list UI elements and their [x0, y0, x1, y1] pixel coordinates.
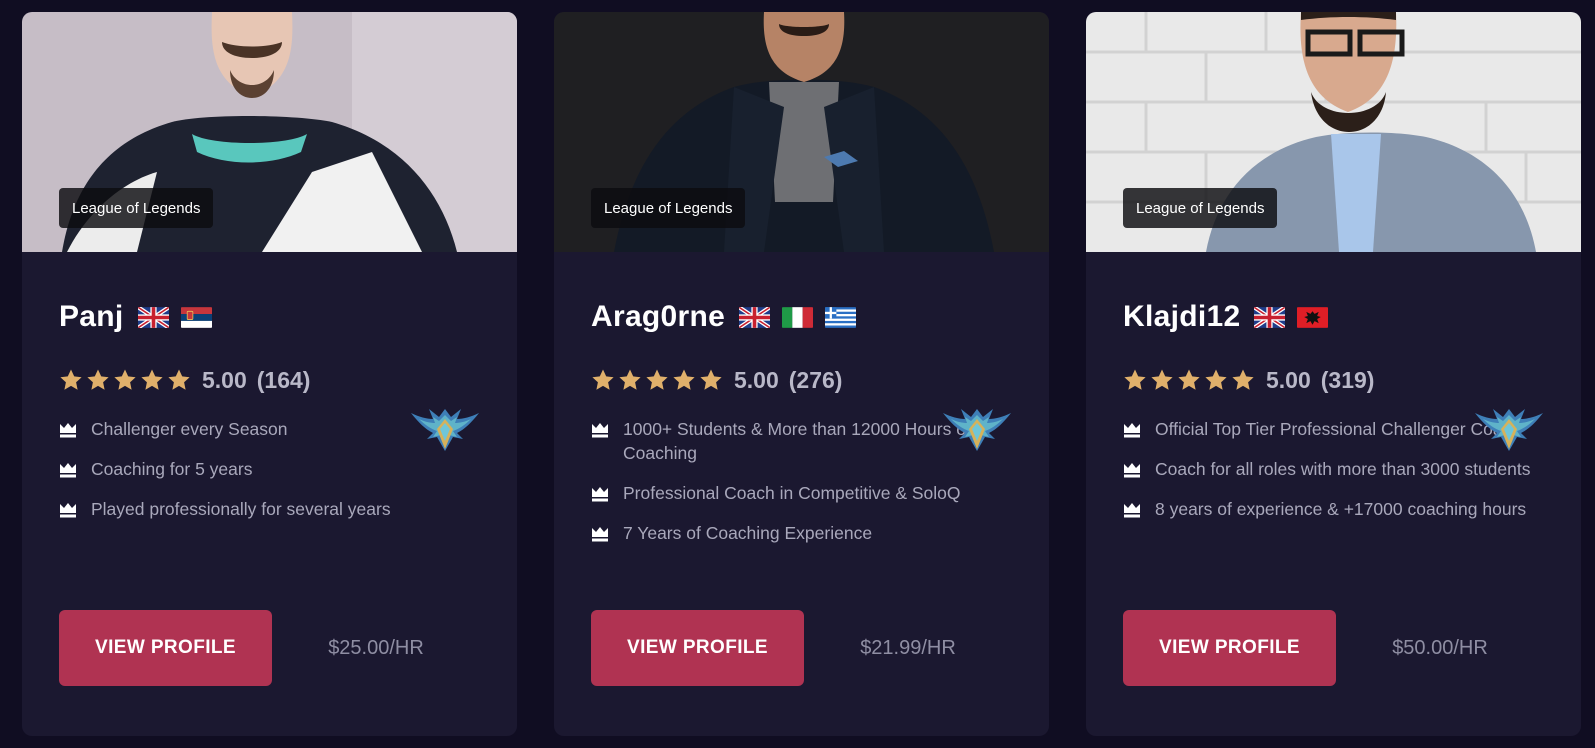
coach-card-panj: League of Legends Panj 5.00 (164) Challe…	[22, 12, 517, 736]
rating: 5.00 (164)	[59, 367, 480, 393]
star-icon	[167, 368, 191, 392]
star-icon	[113, 368, 137, 392]
crown-icon	[59, 502, 77, 518]
crown-icon	[1123, 502, 1141, 518]
feature-item: Played professionally for several years	[59, 497, 480, 521]
coach-name[interactable]: Klajdi12	[1123, 300, 1240, 334]
star-icon	[1123, 368, 1147, 392]
albania-flag-icon	[1297, 307, 1328, 328]
coach-name[interactable]: Panj	[59, 300, 124, 334]
challenger-emblem-icon	[1473, 407, 1545, 459]
star-icon	[140, 368, 164, 392]
hourly-price: $25.00/HR	[328, 636, 424, 659]
uk-flag-icon	[1254, 307, 1285, 328]
crown-icon	[1123, 462, 1141, 478]
crown-icon	[59, 422, 77, 438]
view-profile-button[interactable]: VIEW PROFILE	[59, 610, 272, 686]
feature-item: Professional Coach in Competitive & Solo…	[591, 481, 1012, 505]
rating: 5.00 (276)	[591, 367, 1012, 393]
coach-photo[interactable]: League of Legends	[22, 12, 517, 252]
star-icon	[591, 368, 615, 392]
game-badge: League of Legends	[1123, 188, 1278, 228]
review-count: (319)	[1320, 366, 1375, 393]
coach-grid: League of Legends Panj 5.00 (164) Challe…	[22, 12, 1581, 736]
hourly-price: $50.00/HR	[1392, 636, 1488, 659]
feature-item: 7 Years of Coaching Experience	[591, 521, 1012, 545]
feature-text: 7 Years of Coaching Experience	[623, 523, 873, 543]
hourly-price: $21.99/HR	[860, 636, 956, 659]
review-count: (276)	[788, 366, 843, 393]
feature-text: Coaching for 5 years	[91, 459, 253, 479]
feature-text: Professional Coach in Competitive & Solo…	[623, 483, 961, 503]
star-icon	[1231, 368, 1255, 392]
coach-photo[interactable]: League of Legends	[554, 12, 1049, 252]
feature-text: Played professionally for several years	[91, 499, 391, 519]
star-icon	[1177, 368, 1201, 392]
game-badge: League of Legends	[59, 188, 214, 228]
challenger-emblem-icon	[941, 407, 1013, 459]
star-icon	[1150, 368, 1174, 392]
feature-item: Coach for all roles with more than 3000 …	[1123, 457, 1544, 481]
feature-text: Coach for all roles with more than 3000 …	[1155, 459, 1531, 479]
serbia-flag-icon	[181, 307, 212, 328]
challenger-emblem-icon	[409, 407, 481, 459]
coach-name[interactable]: Arag0rne	[591, 300, 725, 334]
star-icon	[1204, 368, 1228, 392]
rating-score: 5.00	[734, 366, 779, 393]
star-icon	[672, 368, 696, 392]
star-rating	[591, 368, 723, 392]
star-icon	[59, 368, 83, 392]
coach-card-arag0rne: League of Legends Arag0rne 5.00 (276) 10…	[554, 12, 1049, 736]
review-count: (164)	[256, 366, 311, 393]
crown-icon	[591, 526, 609, 542]
feature-text: Challenger every Season	[91, 419, 288, 439]
rating-score: 5.00	[1266, 366, 1311, 393]
star-icon	[699, 368, 723, 392]
coach-card-klajdi12: League of Legends Klajdi12 5.00 (319) Of…	[1086, 12, 1581, 736]
star-icon	[618, 368, 642, 392]
star-icon	[86, 368, 110, 392]
crown-icon	[1123, 422, 1141, 438]
star-rating	[1123, 368, 1255, 392]
view-profile-button[interactable]: VIEW PROFILE	[591, 610, 804, 686]
star-icon	[645, 368, 669, 392]
view-profile-button[interactable]: VIEW PROFILE	[1123, 610, 1336, 686]
greece-flag-icon	[825, 307, 856, 328]
crown-icon	[591, 486, 609, 502]
rating: 5.00 (319)	[1123, 367, 1544, 393]
crown-icon	[59, 462, 77, 478]
crown-icon	[591, 422, 609, 438]
italy-flag-icon	[782, 307, 813, 328]
uk-flag-icon	[138, 307, 169, 328]
feature-item: Coaching for 5 years	[59, 457, 480, 481]
star-rating	[59, 368, 191, 392]
coach-photo[interactable]: League of Legends	[1086, 12, 1581, 252]
feature-item: 8 years of experience & +17000 coaching …	[1123, 497, 1544, 521]
rating-score: 5.00	[202, 366, 247, 393]
feature-text: Official Top Tier Professional Challenge…	[1155, 419, 1522, 439]
game-badge: League of Legends	[591, 188, 746, 228]
uk-flag-icon	[739, 307, 770, 328]
feature-text: 8 years of experience & +17000 coaching …	[1155, 499, 1527, 519]
